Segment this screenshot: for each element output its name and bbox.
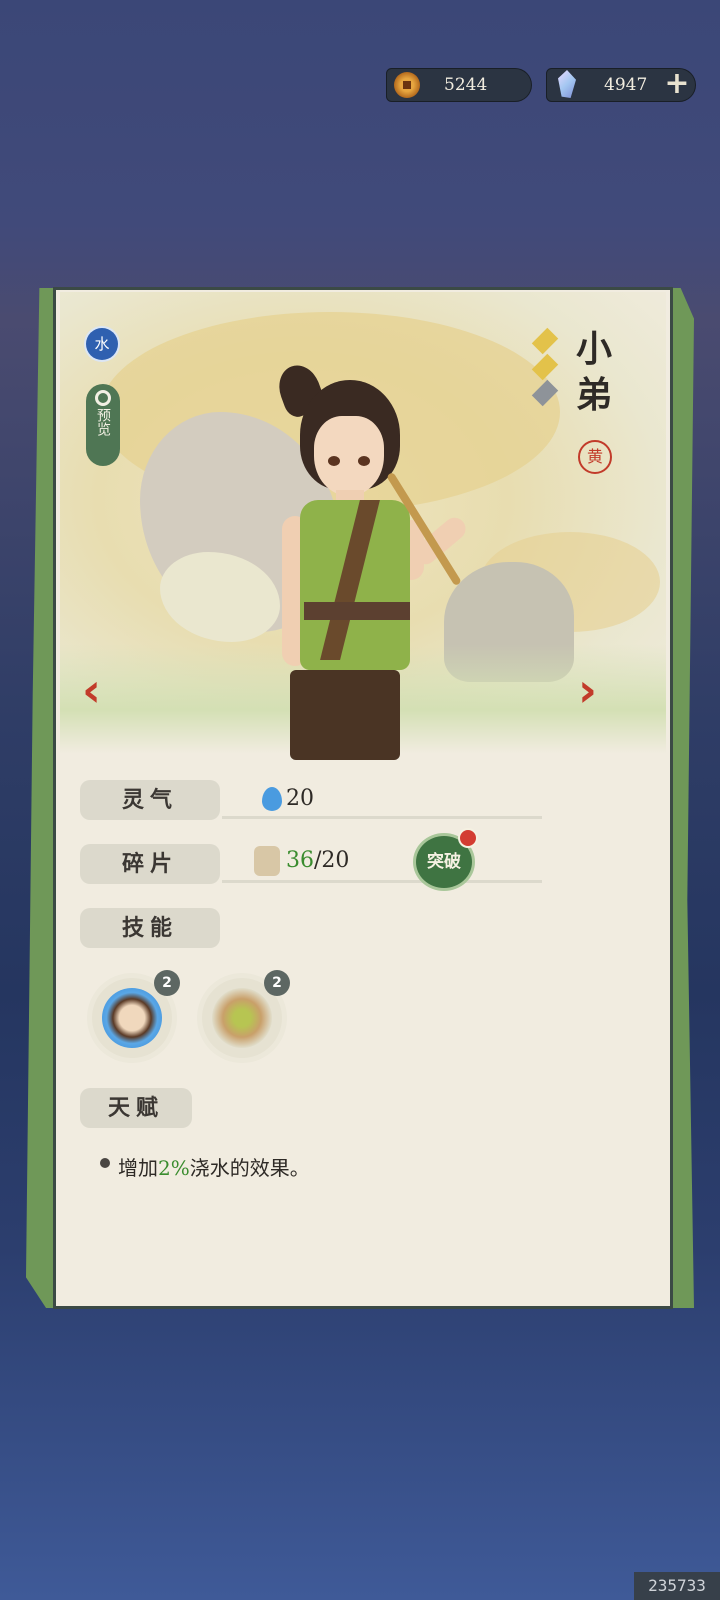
seedling-plot-icon [212, 988, 272, 1048]
spirit-value: 20 [286, 786, 314, 811]
notification-dot [460, 830, 476, 846]
talent-prefix: 增加 [118, 1156, 158, 1180]
gem-counter: 4947 + [546, 68, 696, 102]
fragments-label: 碎片 [80, 844, 220, 884]
copper-coin-icon [394, 72, 420, 98]
talent-label: 天赋 [80, 1088, 192, 1128]
add-gems-button[interactable]: + [664, 69, 690, 99]
magnifier-icon [95, 390, 111, 406]
divider [222, 880, 542, 883]
talent-description: 增加2%浇水的效果。 [118, 1152, 310, 1181]
fragments-required: /20 [314, 848, 350, 873]
fragments-current: 36 [286, 848, 314, 873]
talent-suffix: 浇水的效果。 [189, 1156, 310, 1180]
character-name: 小弟 [575, 328, 612, 416]
skill-slot-1[interactable]: 2 [92, 970, 180, 1058]
skill-level-badge: 2 [154, 970, 180, 996]
preview-button[interactable]: 预览 [86, 384, 120, 466]
divider [222, 816, 542, 819]
watermark: 235733 [634, 1572, 720, 1600]
rarity-seal: 黄 [578, 440, 612, 474]
coin-counter: 5244 [386, 68, 532, 102]
prev-character-arrow[interactable]: ‹ [82, 667, 112, 713]
fragments-count: 36/20 [286, 848, 349, 873]
skill-slot-2[interactable]: 2 [202, 970, 290, 1058]
next-character-arrow[interactable]: › [578, 667, 608, 713]
coin-amount: 5244 [444, 75, 488, 95]
gem-amount: 4947 [604, 75, 648, 95]
boy-portrait-icon [102, 988, 162, 1048]
character-fragment-icon [254, 846, 280, 876]
character-figure [270, 359, 510, 760]
water-drop-icon [262, 787, 282, 811]
talent-highlight: 2% [158, 1156, 190, 1180]
skill-level-badge: 2 [264, 970, 290, 996]
preview-label: 预览 [95, 408, 111, 436]
spirit-label: 灵气 [80, 780, 220, 820]
skills-label: 技能 [80, 908, 220, 948]
water-element-badge: 水 [86, 328, 118, 360]
spirit-crystal-icon [558, 70, 576, 98]
bullet-icon [100, 1158, 110, 1168]
